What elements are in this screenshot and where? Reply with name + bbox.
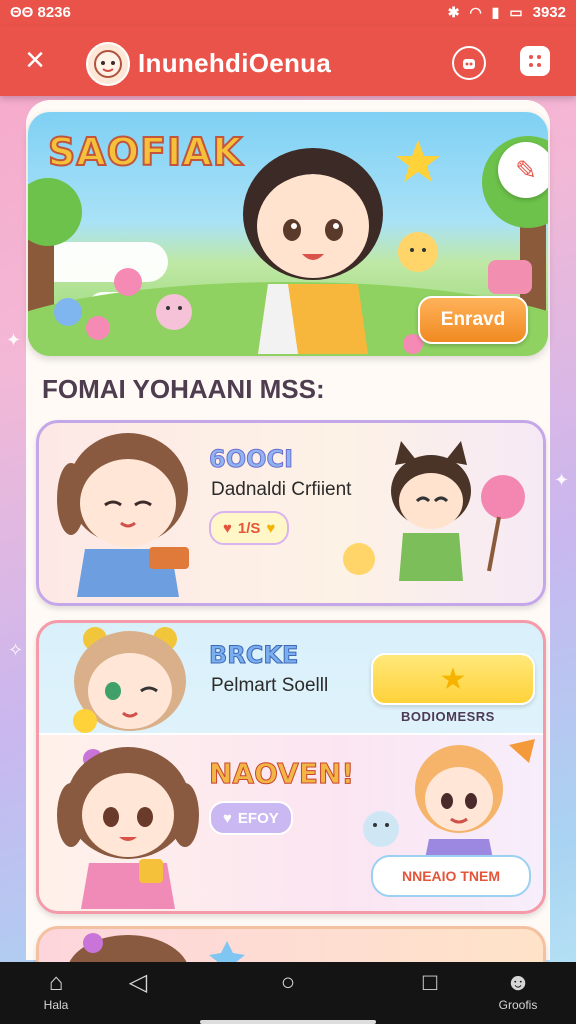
sparkle-icon: ✧	[8, 640, 24, 660]
gesture-bar[interactable]	[200, 1020, 376, 1024]
hero-title: SAOFIAK	[47, 129, 244, 175]
nav-recents[interactable]: □	[400, 970, 460, 996]
app-title: InunehdiOenua	[138, 48, 332, 78]
heart-icon: ♥	[266, 519, 276, 537]
card-subtitle: Dadnaldi Crfiient	[211, 479, 352, 500]
stat-pill[interactable]: ♥ 1/S ♥	[209, 511, 290, 545]
sparkle-icon: ✦	[6, 330, 22, 350]
character-card[interactable]: BRCKE Pelmart Soelll ★ BODIOMESRS NAOVEN…	[36, 620, 546, 914]
pet-icon[interactable]	[452, 46, 486, 80]
nav-label: Hala	[43, 998, 69, 1012]
heart-icon: ♥	[223, 809, 232, 827]
app-bar: × InunehdiOenua	[0, 26, 576, 96]
battery-icon: ▭	[509, 4, 523, 20]
companion-avatar	[363, 739, 535, 859]
status-icons: ✱ ◠ ▮ ▭ 3932	[448, 4, 566, 21]
circle-icon: ○	[280, 969, 296, 996]
character-avatar	[57, 433, 189, 597]
card-name: 6OOCI	[208, 445, 294, 474]
nav-home-circle[interactable]: ○	[258, 970, 318, 996]
stat-value: EFOY	[237, 809, 279, 827]
wifi-icon: ◠	[469, 4, 482, 20]
profile-icon: ☻	[505, 969, 531, 996]
button-caption: BODIOMESRS	[401, 709, 495, 724]
hero-action-button[interactable]: Enravd	[418, 296, 528, 344]
back-icon: ◁	[128, 969, 148, 996]
featured-button[interactable]: NNEAIO TNEM	[371, 855, 531, 897]
hero-character	[243, 148, 383, 354]
nav-profile[interactable]: ☻ Groofis	[488, 969, 548, 1013]
status-right-text: 3932	[532, 4, 566, 21]
nav-home[interactable]: ⌂ Hala	[26, 969, 86, 1013]
home-icon: ⌂	[48, 969, 64, 996]
sparkle-icon: ✦	[554, 470, 570, 490]
signal-icon: ▮	[491, 4, 500, 20]
square-icon: □	[422, 969, 438, 996]
stat-pill[interactable]: ♥ EFOY	[209, 801, 293, 835]
nav-back[interactable]: ◁	[108, 970, 168, 996]
status-time: ΘΘ 8236	[10, 4, 71, 21]
status-bar: ΘΘ 8236 ✱ ◠ ▮ ▭ 3932	[0, 0, 576, 26]
companion-avatar	[343, 441, 525, 581]
card-name: NAOVEN!	[208, 757, 355, 791]
card-name: BRCKE	[208, 641, 299, 670]
dice-icon[interactable]	[520, 46, 550, 76]
character-avatar	[73, 627, 186, 733]
character-card[interactable]: 6OOCI Dadnaldi Crfiient ♥ 1/S ♥	[36, 420, 546, 606]
heart-icon: ♥	[223, 519, 232, 537]
app-logo-icon	[86, 42, 130, 86]
card-subtitle: Pelmart Soelll	[211, 675, 329, 696]
section-title: FOMAI YOHAANI MSS:	[42, 374, 325, 404]
character-avatar	[57, 747, 199, 909]
stat-value: 1/S	[237, 519, 261, 537]
bottom-navigation: ⌂ Hala ◁ ○ □ ☻ Groofis	[0, 962, 576, 1024]
nav-label: Groofis	[498, 998, 538, 1012]
featured-card[interactable]: NAOVEN! ♥ EFOY NNEAIO TNEM	[39, 733, 543, 911]
edit-icon[interactable]: ✎	[498, 142, 548, 198]
star-icon: ★	[439, 662, 467, 696]
close-icon[interactable]: ×	[18, 43, 52, 78]
star-button[interactable]: ★	[371, 653, 535, 705]
bluetooth-icon: ✱	[447, 4, 460, 20]
